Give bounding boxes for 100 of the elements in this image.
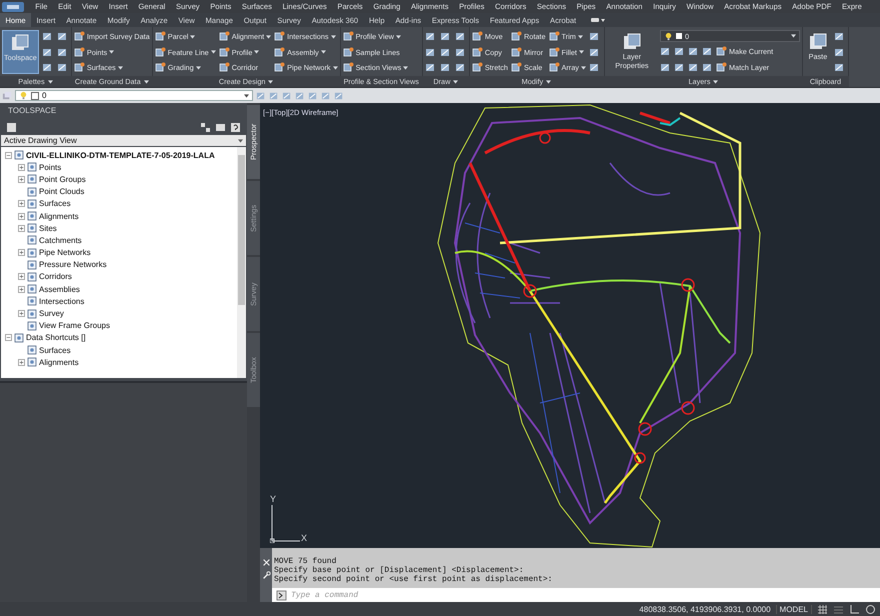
close-icon[interactable] bbox=[262, 558, 270, 567]
tree-item[interactable]: Point Groups bbox=[39, 174, 86, 184]
expand-toggle[interactable] bbox=[5, 152, 12, 159]
grid-icon[interactable] bbox=[817, 604, 828, 614]
tool-icon-button[interactable] bbox=[440, 61, 452, 74]
caret-icon bbox=[118, 66, 123, 70]
tree-item[interactable]: Pipe Networks bbox=[39, 248, 91, 258]
tool-icon bbox=[622, 32, 642, 52]
tree-item[interactable]: Surfaces bbox=[39, 199, 71, 208]
tool-icon bbox=[548, 62, 560, 73]
coordinates-readout: 480838.3506, 4193906.3931, 0.0000 bbox=[639, 604, 771, 614]
view-dropdown[interactable]: Active Drawing View bbox=[1, 135, 246, 146]
model-space-button[interactable]: MODEL bbox=[776, 604, 812, 614]
tree-item[interactable]: Intersections bbox=[39, 296, 84, 306]
tool-icon bbox=[154, 62, 166, 73]
tree-view-icon[interactable] bbox=[200, 122, 211, 132]
expand-toggle[interactable] bbox=[18, 200, 25, 208]
expand-toggle[interactable] bbox=[18, 273, 25, 280]
tree-item[interactable]: Points bbox=[39, 162, 62, 172]
tool-icon-button[interactable] bbox=[834, 61, 846, 74]
expand-toggle[interactable] bbox=[18, 249, 25, 256]
command-line-field[interactable]: Type a command bbox=[272, 588, 880, 602]
tool-icon-button[interactable] bbox=[440, 30, 452, 43]
tool-icon bbox=[74, 31, 85, 42]
expand-toggle[interactable] bbox=[5, 334, 12, 342]
tool-icon bbox=[74, 46, 85, 58]
tree-item[interactable]: Assemblies bbox=[39, 284, 80, 294]
ortho-icon[interactable] bbox=[849, 604, 860, 614]
tool-icon bbox=[716, 62, 727, 73]
tree-item[interactable]: Catchments bbox=[39, 236, 82, 245]
expand-toggle[interactable] bbox=[18, 176, 25, 183]
tool-icon bbox=[274, 46, 286, 58]
tool-icon-button[interactable] bbox=[688, 45, 700, 58]
help-icon[interactable] bbox=[230, 122, 241, 132]
caret-icon bbox=[320, 50, 326, 54]
tool-icon-button[interactable] bbox=[588, 30, 601, 43]
wrench-icon[interactable] bbox=[262, 571, 270, 580]
tree-item[interactable]: Pressure Networks bbox=[39, 260, 107, 270]
tree-item[interactable]: Survey bbox=[39, 309, 64, 318]
scrollbar[interactable] bbox=[237, 147, 246, 378]
tree-item[interactable]: Data Shortcuts [] bbox=[26, 333, 86, 342]
tool-icon-button[interactable] bbox=[660, 45, 672, 58]
axis-label: X bbox=[301, 534, 308, 543]
command-input[interactable]: Type a command bbox=[291, 590, 876, 600]
tree-item[interactable]: Surfaces bbox=[39, 346, 71, 355]
expand-toggle[interactable] bbox=[18, 358, 25, 366]
tool-icon-button[interactable] bbox=[702, 61, 714, 74]
expand-toggle[interactable] bbox=[18, 286, 25, 293]
tool-icon-button[interactable] bbox=[42, 30, 54, 43]
layer-dropdown[interactable]: 0 bbox=[15, 90, 253, 101]
tree-node-icon bbox=[27, 320, 37, 331]
tree-node-icon bbox=[27, 198, 37, 209]
expand-toggle[interactable] bbox=[18, 212, 25, 220]
tool-icon bbox=[218, 46, 230, 58]
tool-icon-button[interactable] bbox=[454, 30, 467, 43]
tree-item[interactable]: CIVIL-ELLINIKO-DTM-TEMPLATE-7-05-2019-LALA bbox=[26, 150, 215, 160]
tool-icon bbox=[218, 31, 230, 42]
tree-node-icon bbox=[27, 235, 37, 246]
tree-node-icon bbox=[27, 223, 37, 234]
caret-icon bbox=[238, 138, 243, 142]
tool-icon bbox=[808, 32, 828, 52]
polar-tracking-icon[interactable] bbox=[865, 604, 876, 614]
caret-icon bbox=[144, 80, 149, 84]
tool-icon bbox=[548, 46, 560, 58]
tree-node-icon bbox=[27, 248, 37, 258]
caret-icon bbox=[210, 50, 216, 54]
tool-icon-button[interactable] bbox=[588, 61, 601, 74]
tool-icon-button[interactable] bbox=[660, 61, 672, 74]
expand-toggle[interactable] bbox=[18, 164, 25, 171]
command-prompt-icon bbox=[276, 590, 287, 600]
caret-icon bbox=[403, 66, 408, 70]
tool-icon-button[interactable] bbox=[424, 61, 437, 74]
tool-icon-button[interactable] bbox=[702, 45, 714, 58]
caret-icon bbox=[254, 50, 260, 54]
tool-icon bbox=[342, 31, 354, 42]
tree-item[interactable]: Point Clouds bbox=[39, 187, 84, 196]
tree-item[interactable]: View Frame Groups bbox=[39, 321, 110, 330]
tool-icon bbox=[548, 31, 560, 42]
tool-icon-button[interactable] bbox=[424, 30, 437, 43]
tool-icon-button[interactable] bbox=[674, 45, 686, 58]
tool-icon-button[interactable] bbox=[56, 61, 69, 74]
tool-icon-button[interactable] bbox=[56, 30, 69, 43]
tool-icon bbox=[274, 62, 286, 73]
panel-toggle-icon[interactable] bbox=[590, 16, 606, 24]
tree-item[interactable]: Alignments bbox=[39, 358, 79, 367]
tool-icon-button[interactable] bbox=[454, 61, 467, 74]
tool-icon-button[interactable] bbox=[42, 61, 54, 74]
tool-icon-button[interactable] bbox=[688, 61, 700, 74]
caret-icon bbox=[332, 66, 338, 70]
tool-icon-button[interactable] bbox=[674, 61, 686, 74]
toolspace-icon[interactable] bbox=[6, 122, 17, 132]
app-menu-icon[interactable] bbox=[0, 0, 26, 12]
bulb-icon bbox=[664, 32, 673, 40]
tree-item[interactable]: Alignments bbox=[39, 212, 79, 221]
list-view-icon[interactable] bbox=[215, 122, 226, 132]
tree-item[interactable]: Corridors bbox=[39, 272, 72, 282]
expand-toggle[interactable] bbox=[18, 310, 25, 318]
tool-icon-button[interactable] bbox=[834, 30, 846, 43]
tree-item[interactable]: Sites bbox=[39, 224, 57, 233]
expand-toggle[interactable] bbox=[18, 224, 25, 232]
